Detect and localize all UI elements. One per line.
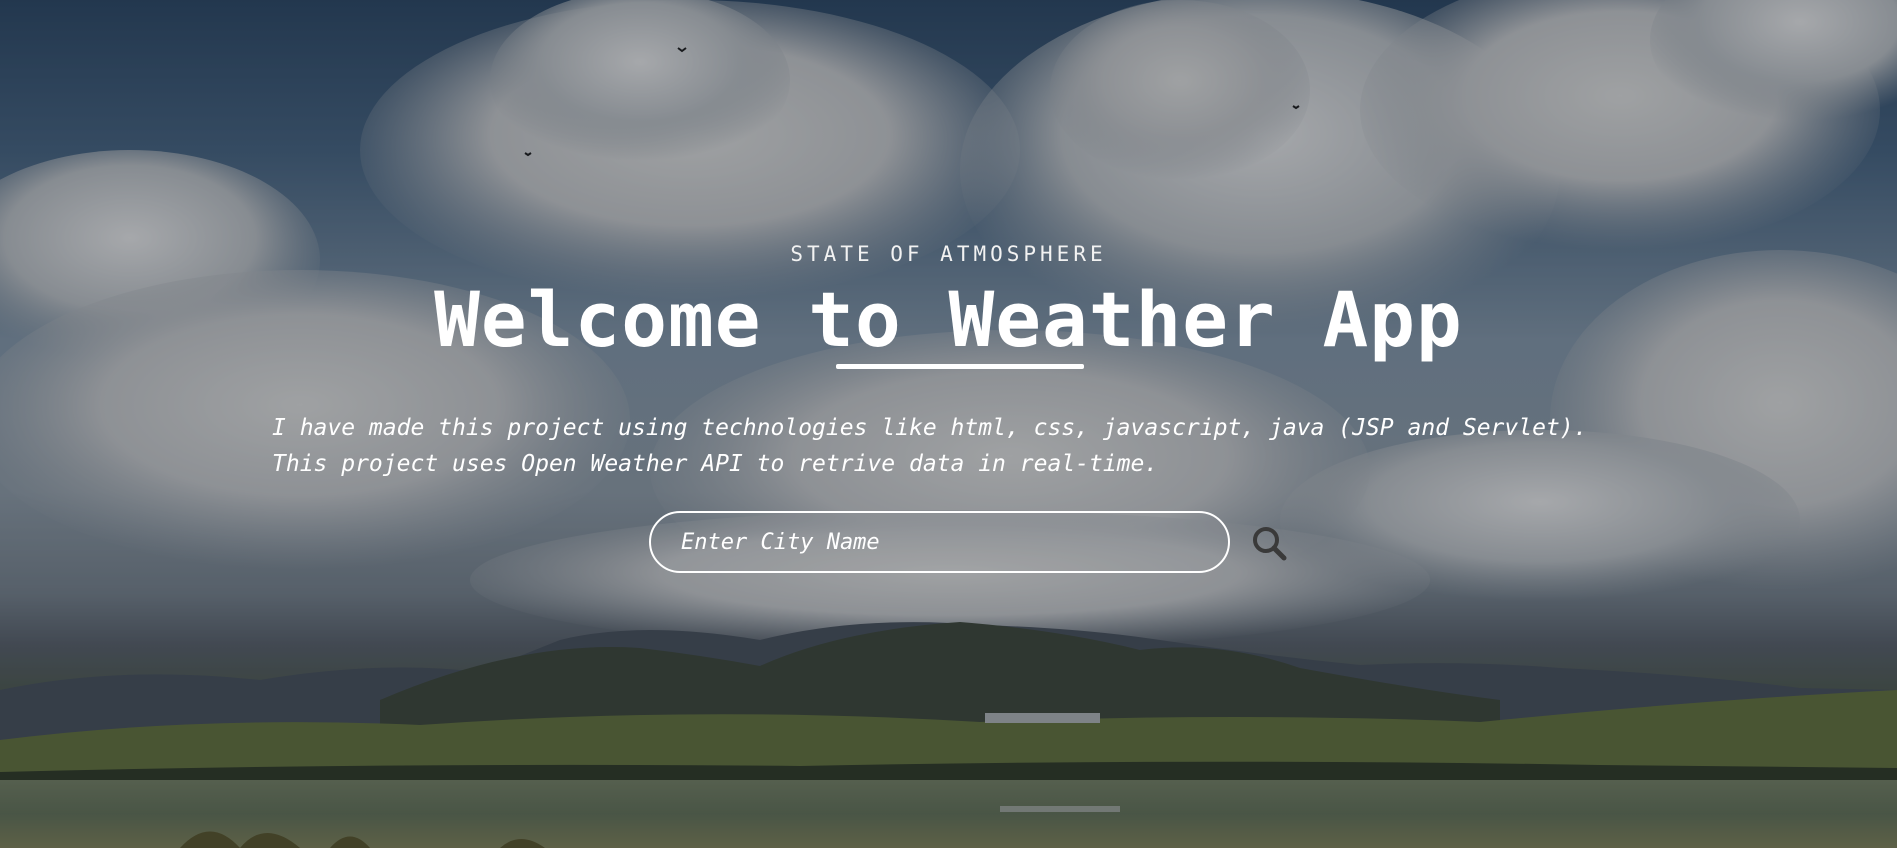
description-line: I have made this project using technolog… [272, 415, 1588, 441]
description-line: This project uses Open Weather API to re… [272, 451, 1159, 477]
page-title: Welcome to Weather App [434, 275, 1463, 364]
search-button[interactable] [1250, 524, 1290, 564]
city-search-input[interactable] [649, 511, 1230, 573]
hero-section: STATE OF ATMOSPHERE Welcome to Weather A… [0, 0, 1897, 848]
search-icon [1253, 527, 1287, 561]
title-underline [836, 364, 1084, 369]
hero-content: STATE OF ATMOSPHERE Welcome to Weather A… [0, 0, 1897, 848]
eyebrow-text: STATE OF ATMOSPHERE [790, 242, 1107, 266]
project-description: I have made this project using technolog… [272, 410, 1672, 482]
